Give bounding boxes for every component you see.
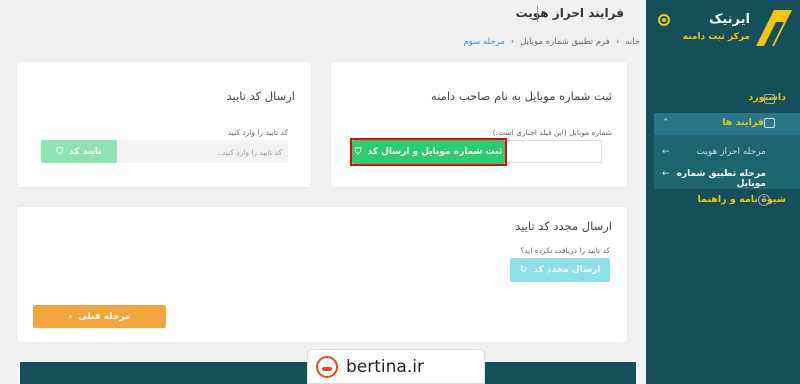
chevron-left-icon: ‹ xyxy=(68,311,73,322)
resend-code-button[interactable]: ارسال مجدد کد ↻ xyxy=(510,258,610,282)
highlight-frame xyxy=(350,138,507,166)
chevron-left-icon: ‹ xyxy=(615,37,620,47)
resend-label: کد تایید را دریافت نکرده اید؟ xyxy=(520,246,610,255)
monitor-icon xyxy=(764,94,775,104)
resend-card-title: ارسال مجدد کد تایید xyxy=(515,219,612,233)
verify-code-button[interactable]: تایید کد ⛉ xyxy=(41,140,117,163)
sidebar: ایرنیک مرکز ثبت دامنه داشبورد فرایند ها … xyxy=(646,0,800,384)
code-input-placeholder: کد تایید را وارد کنید.. xyxy=(217,148,282,157)
brand-subtitle: مرکز ثبت دامنه xyxy=(682,32,750,42)
mobile-card xyxy=(331,62,627,187)
brand-name: ایرنیک xyxy=(709,12,750,27)
arrow-left-icon: ← xyxy=(662,169,670,179)
brand-logo xyxy=(754,8,794,48)
verify-code-card xyxy=(17,62,311,187)
mobile-field-label: شماره موبایل (این فیلد اجباری است.) xyxy=(492,128,612,137)
chevron-left-icon: ‹ xyxy=(510,37,515,47)
refresh-icon: ↻ xyxy=(519,265,528,275)
breadcrumb-current: مرحله سوم xyxy=(463,37,505,47)
shield-icon: ⛉ xyxy=(56,146,64,157)
title-divider xyxy=(537,6,538,22)
document-icon xyxy=(764,118,775,128)
sidebar-item-identity[interactable]: مرحله احراز هویت xyxy=(697,147,767,157)
arrow-left-icon: ← xyxy=(662,147,670,157)
watermark-text: bertina.ir xyxy=(346,357,424,377)
watermark: bertina.ir xyxy=(307,349,485,384)
breadcrumb-form[interactable]: فرم تطبیق شماره موبایل xyxy=(520,37,610,47)
help-icon: ? xyxy=(758,194,770,206)
target-icon[interactable] xyxy=(658,14,670,26)
sidebar-item-help[interactable]: شیوه نامه و راهنما xyxy=(697,194,786,205)
mobile-card-title: ثبت شماره موبایل به نام صاحب دامنه xyxy=(431,89,612,103)
page-title: فرایند احراز هویت xyxy=(515,6,624,20)
sidebar-item-processes-label: فرایند ها xyxy=(722,117,764,128)
chevron-up-icon: ⌃ xyxy=(662,118,670,128)
breadcrumb-home[interactable]: خانه xyxy=(625,37,640,47)
previous-step-button[interactable]: مرحله قبلی ‹ xyxy=(33,305,166,328)
breadcrumb: خانه ‹ فرم تطبیق شماره موبایل ‹ مرحله سو… xyxy=(463,37,640,47)
verify-card-title: ارسال کد تایید xyxy=(226,89,295,103)
watermark-logo xyxy=(316,356,338,378)
code-field-label: کد تایید را وارد کنید xyxy=(227,128,288,137)
